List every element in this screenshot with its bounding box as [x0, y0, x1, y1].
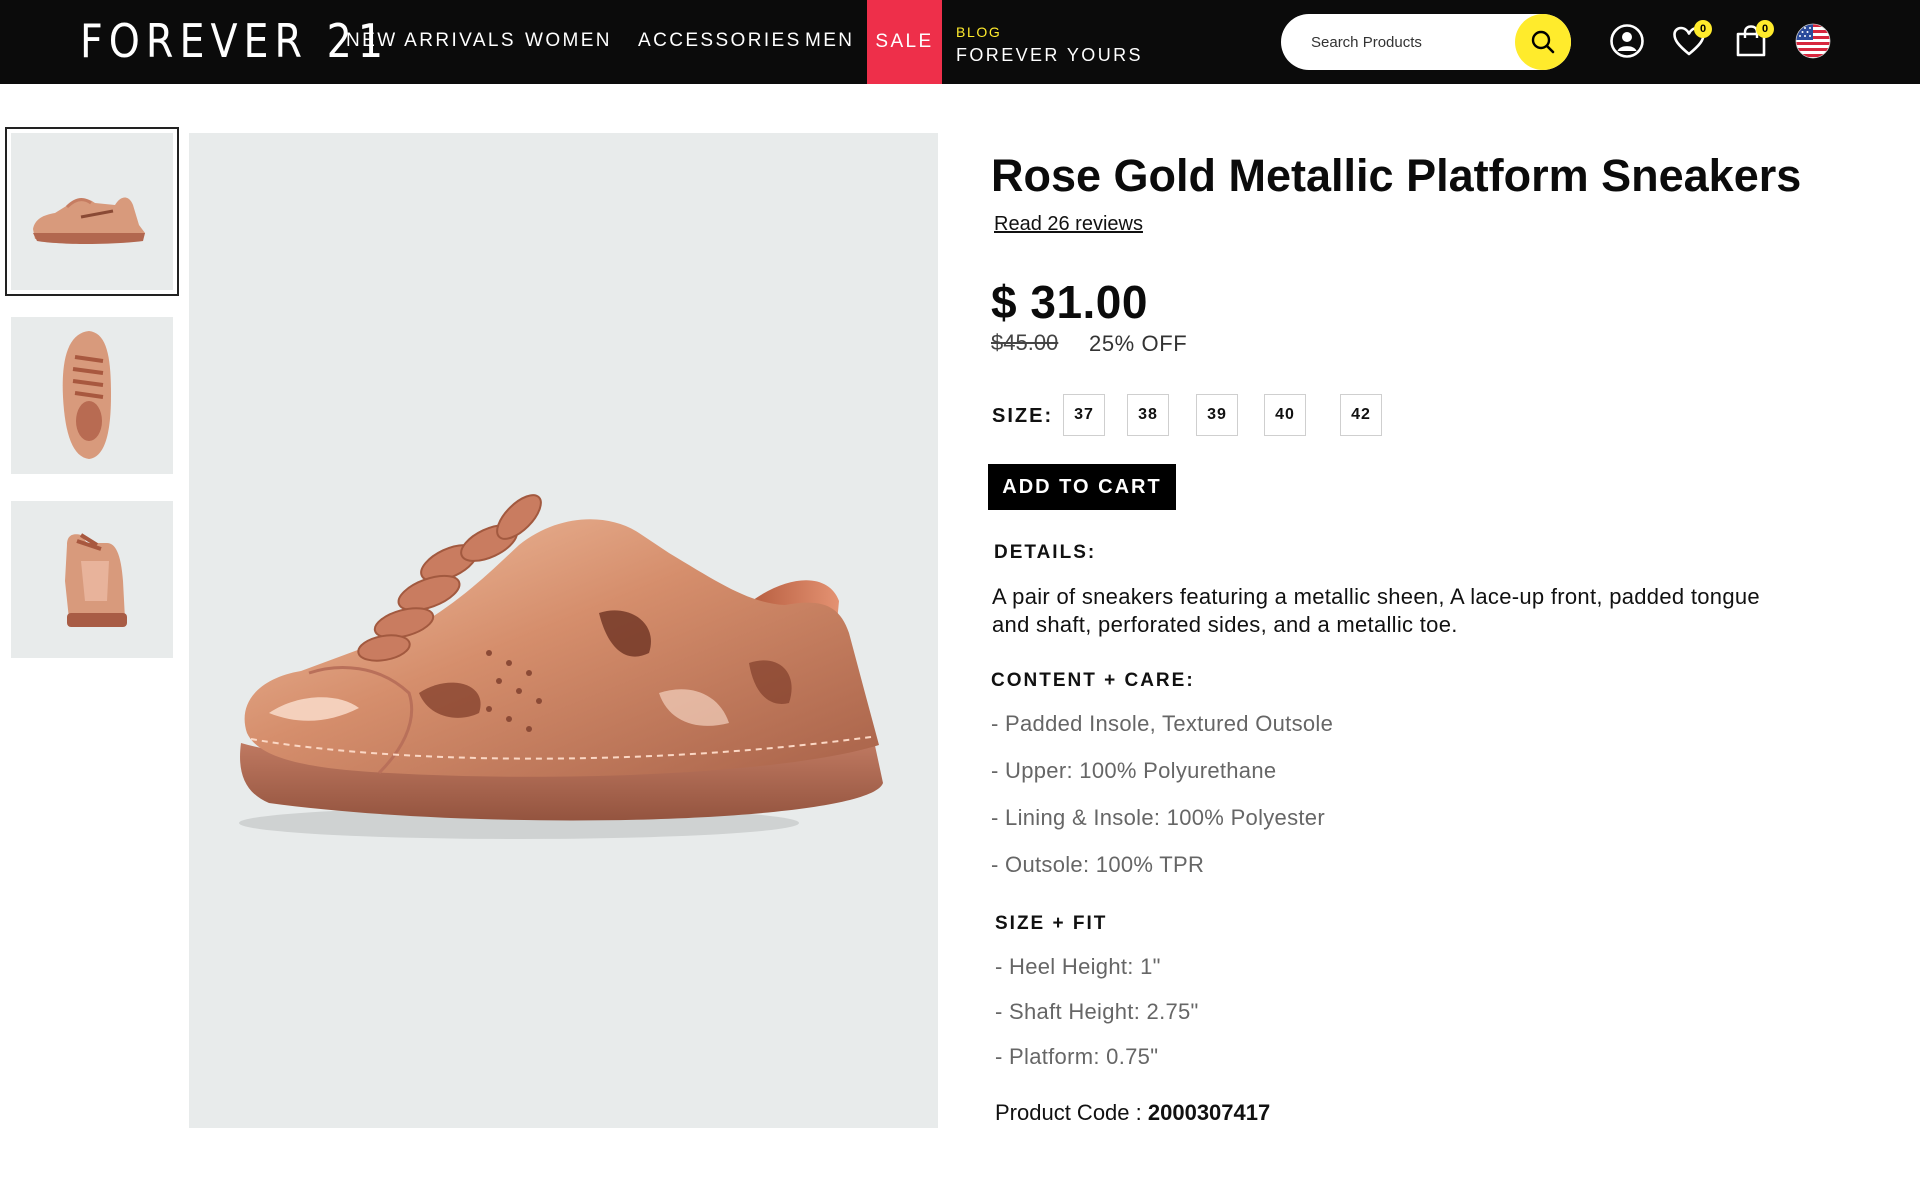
details-description: A pair of sneakers featuring a metallic … [992, 584, 1760, 637]
country-selector[interactable] [1794, 22, 1832, 60]
main-product-image[interactable] [189, 133, 938, 1128]
care-item: - Lining & Insole: 100% Polyester [991, 805, 1325, 830]
shoe-thumbnail-image [62, 331, 111, 459]
size-fit-heading: SIZE + FIT [995, 913, 1108, 934]
size-option-39[interactable]: 39 [1196, 394, 1238, 436]
add-to-cart-button[interactable]: ADD TO CART [988, 464, 1176, 510]
product-code-value: 2000307417 [1147, 1100, 1271, 1125]
original-price: $45.00 [991, 330, 1059, 355]
nav-men[interactable]: MEN [805, 30, 854, 52]
nav-blog-title[interactable]: FOREVER YOURS [956, 45, 1143, 66]
fit-item: - Heel Height: 1" [995, 954, 1161, 979]
size-option-37[interactable]: 37 [1063, 394, 1105, 436]
fit-item: - Platform: 0.75" [995, 1044, 1159, 1069]
discount-label: 25% OFF [1089, 331, 1188, 356]
thumbnail-top-view[interactable] [11, 317, 173, 474]
size-option-42[interactable]: 42 [1340, 394, 1382, 436]
content-care-heading: CONTENT + CARE: [991, 670, 1195, 691]
shoe-main-image [239, 494, 883, 839]
details-heading: DETAILS: [994, 542, 1097, 563]
wishlist-button[interactable]: 0 [1670, 20, 1712, 60]
care-item: - Upper: 100% Polyurethane [991, 758, 1277, 783]
top-navigation-bar: FOREVER 21 NEW ARRIVALS WOMEN ACCESSORIE… [0, 0, 1920, 84]
care-item: - Outsole: 100% TPR [991, 852, 1205, 877]
nav-accessories[interactable]: ACCESSORIES [638, 30, 802, 52]
read-reviews-link[interactable]: Read 26 reviews [994, 213, 1143, 236]
nav-sale[interactable]: SALE [867, 0, 942, 84]
size-label: SIZE: [992, 405, 1054, 427]
thumbnail-back-view[interactable] [11, 501, 173, 658]
search-bar [1281, 14, 1571, 70]
search-button[interactable] [1515, 14, 1571, 70]
fit-item: - Shaft Height: 2.75" [995, 999, 1199, 1024]
cart-count-badge: 0 [1756, 20, 1774, 38]
product-code-label: Product Code : [995, 1100, 1142, 1125]
search-input[interactable] [1311, 14, 1511, 70]
product-title: Rose Gold Metallic Platform Sneakers [991, 150, 1802, 201]
cart-button[interactable]: 0 [1732, 20, 1774, 60]
care-item: - Padded Insole, Textured Outsole [991, 711, 1334, 736]
shoe-thumbnail-image [33, 197, 145, 244]
product-code: Product Code : 2000307417 [995, 1100, 1270, 1126]
size-option-40[interactable]: 40 [1264, 394, 1306, 436]
sale-price: $ 31.00 [991, 276, 1148, 328]
account-icon [1610, 24, 1644, 58]
brand-logo[interactable]: FOREVER 21 [80, 14, 389, 68]
shoe-thumbnail-image [65, 533, 127, 627]
nav-new-arrivals[interactable]: NEW ARRIVALS [346, 30, 516, 52]
thumbnail-side-view[interactable] [5, 127, 179, 296]
account-button[interactable] [1608, 22, 1646, 60]
nav-blog-label[interactable]: BLOG [956, 24, 1001, 40]
us-flag-icon [1795, 23, 1831, 59]
nav-women[interactable]: WOMEN [525, 30, 612, 52]
size-option-38[interactable]: 38 [1127, 394, 1169, 436]
wishlist-count-badge: 0 [1694, 20, 1712, 38]
search-icon [1531, 30, 1555, 54]
